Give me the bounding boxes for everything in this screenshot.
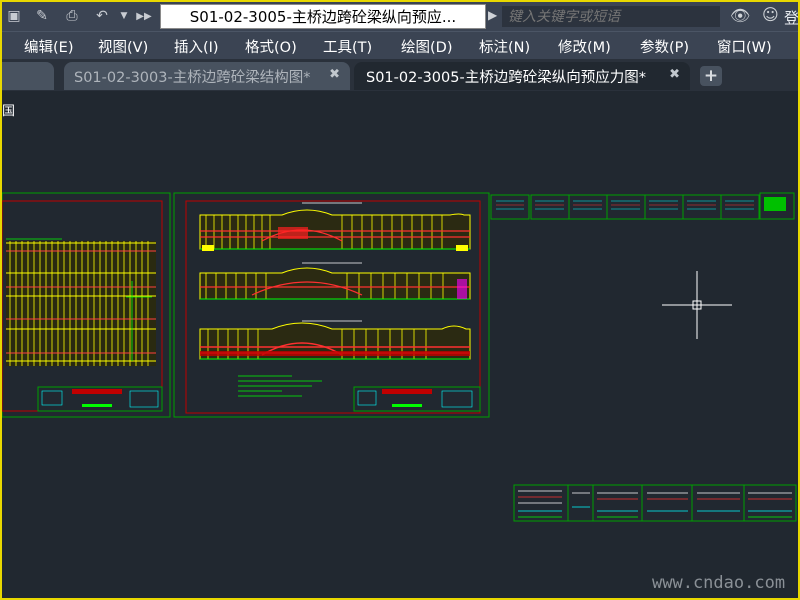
- beam-elevation-3: [199, 320, 471, 360]
- edit-icon[interactable]: ✎: [32, 6, 52, 26]
- crosshair-icon: [662, 271, 732, 339]
- menu-format[interactable]: 格式(O): [245, 36, 297, 57]
- thumbnail-strip-bottom: [513, 484, 797, 522]
- menu-tools[interactable]: 工具(T): [323, 36, 372, 57]
- more-icon[interactable]: ▶▶: [134, 6, 154, 26]
- print-icon[interactable]: ⎙: [62, 6, 82, 26]
- close-icon[interactable]: ✖: [329, 67, 340, 82]
- tab-structure-drawing[interactable]: S01-02-3003-主桥边跨砼梁结构图* ✖: [64, 62, 350, 90]
- cad-drawing: [2, 192, 797, 522]
- new-tab-button[interactable]: +: [700, 66, 722, 86]
- tab-label: S01-02-3005-主桥边跨砼梁纵向预应力图*: [366, 69, 646, 86]
- menu-modify[interactable]: 修改(M): [558, 36, 611, 57]
- save-icon[interactable]: ▣: [4, 6, 24, 26]
- drawing-sheet-main: [173, 192, 490, 418]
- binoculars-icon[interactable]: 👁: [730, 6, 750, 25]
- undo-icon[interactable]: ↶: [92, 6, 112, 26]
- drawing-sheet-left: [2, 192, 171, 418]
- menu-edit[interactable]: 编辑(E): [24, 36, 73, 57]
- title-expand-icon[interactable]: ▶: [488, 8, 497, 22]
- search-input[interactable]: [502, 6, 720, 27]
- dropdown-icon[interactable]: ▼: [114, 6, 134, 26]
- menu-parametric[interactable]: 参数(P): [640, 36, 689, 57]
- file-tab-bar: S01-02-3003-主桥边跨砼梁结构图* ✖ S01-02-3005-主桥边…: [2, 59, 798, 91]
- app-window: ▣ ✎ ⎙ ↶ ▼ ▶▶ S01-02-3005-主桥边跨砼梁纵向预应... ▶…: [0, 0, 800, 600]
- menu-draw[interactable]: 绘图(D): [401, 36, 452, 57]
- window-title: S01-02-3005-主桥边跨砼梁纵向预应...: [160, 4, 486, 29]
- close-icon[interactable]: ✖: [669, 67, 680, 82]
- menu-dimension[interactable]: 标注(N): [479, 36, 530, 57]
- title-bar: ▣ ✎ ⎙ ↶ ▼ ▶▶ S01-02-3005-主桥边跨砼梁纵向预应... ▶…: [2, 2, 798, 31]
- beam-elevation-2: [199, 262, 471, 300]
- tab-prestress-drawing[interactable]: S01-02-3005-主桥边跨砼梁纵向预应力图* ✖: [354, 62, 690, 90]
- menu-view[interactable]: 视图(V): [98, 36, 148, 57]
- watermark: www.cndao.com: [652, 573, 786, 593]
- login-link[interactable]: 登: [784, 7, 798, 28]
- menu-bar: 编辑(E) 视图(V) 插入(I) 格式(O) 工具(T) 绘图(D) 标注(N…: [2, 31, 798, 59]
- beam-elevation-1: [199, 202, 471, 251]
- tab-previous[interactable]: [2, 62, 54, 90]
- menu-insert[interactable]: 插入(I): [174, 36, 219, 57]
- menu-window[interactable]: 窗口(W): [717, 36, 772, 57]
- tab-label: S01-02-3003-主桥边跨砼梁结构图*: [74, 69, 311, 86]
- user-icon[interactable]: ☺: [762, 5, 779, 24]
- thumbnail-strip-top: [490, 192, 795, 220]
- drawing-canvas[interactable]: 国 www.cndao.com: [2, 91, 798, 598]
